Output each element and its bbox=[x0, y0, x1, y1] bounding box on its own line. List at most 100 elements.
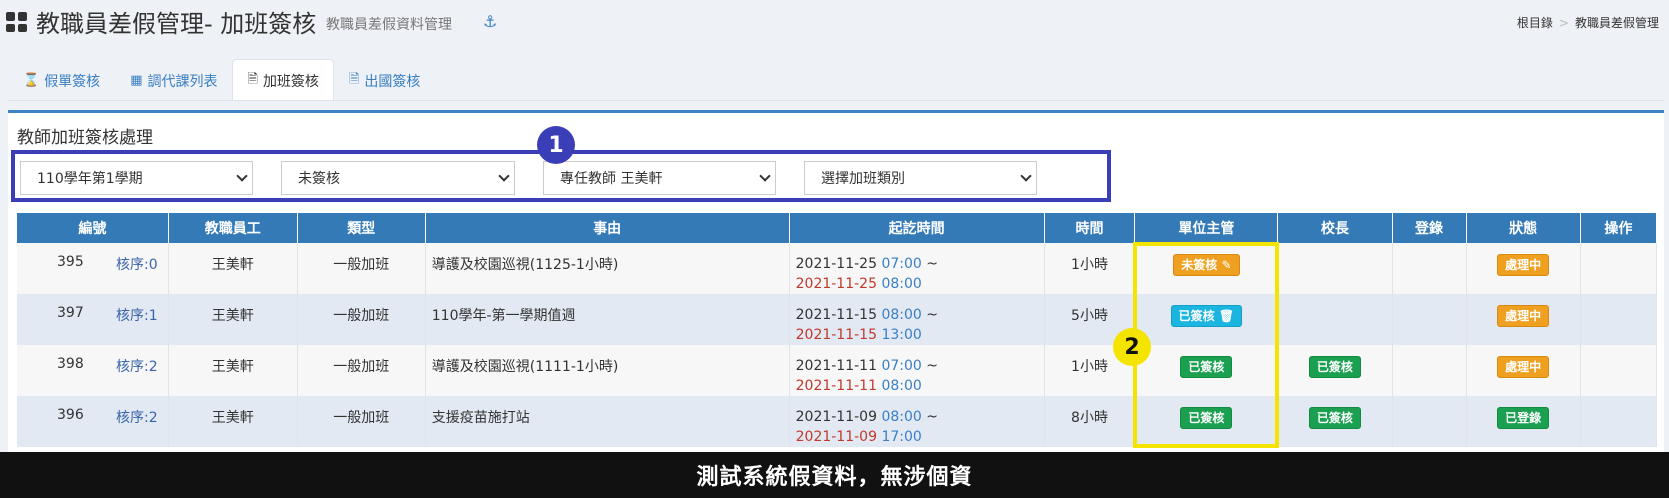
sequence-link[interactable]: 核序:2 bbox=[116, 356, 158, 376]
grid-icon bbox=[6, 12, 28, 32]
registered-cell bbox=[1392, 396, 1467, 447]
overtime-table: 編號 教職員工 類型 事由 起訖時間 時間 單位主管 校長 登錄 狀態 操作 3… bbox=[17, 213, 1658, 447]
status-cell: 已登錄 bbox=[1466, 396, 1581, 447]
end-time: 17:00 bbox=[881, 429, 922, 445]
chevron-down-icon bbox=[759, 170, 771, 182]
registered-cell bbox=[1392, 243, 1467, 294]
staff-name: 王美軒 bbox=[168, 243, 298, 294]
category-select-value: 選擇加班類別 bbox=[821, 171, 905, 187]
page-subtitle: 教職員差假資料管理 bbox=[326, 17, 452, 33]
category-select[interactable]: 選擇加班類別 bbox=[804, 161, 1037, 195]
teacher-select[interactable]: 專任教師 王美軒 bbox=[543, 161, 776, 195]
document-icon: 🗎 bbox=[348, 71, 360, 87]
header-action[interactable]: 操作 bbox=[1580, 213, 1658, 243]
manager-sign-label: 已簽核 bbox=[1178, 309, 1215, 323]
table-row: 398 核序:2 王美軒 一般加班 導護及校園巡視(1111-1小時) 2021-… bbox=[17, 345, 1658, 396]
hourglass-icon: ⌛ bbox=[23, 73, 40, 88]
header-principal[interactable]: 校長 bbox=[1277, 213, 1393, 243]
duration: 1小時 bbox=[1044, 243, 1136, 294]
tab-label: 出國簽核 bbox=[364, 73, 421, 90]
breadcrumb: 根目錄 > 教職員差假管理 bbox=[1517, 14, 1659, 31]
status-cell: 處理中 bbox=[1466, 345, 1581, 396]
anchor-icon[interactable]: ⚓ bbox=[483, 12, 497, 31]
staff-name: 王美軒 bbox=[168, 396, 298, 447]
staff-name: 王美軒 bbox=[168, 294, 298, 345]
manager-cell: 已簽核 bbox=[1134, 396, 1279, 447]
end-date: 2021-11-25 bbox=[795, 276, 877, 292]
manager-cell: 已簽核 🗑 bbox=[1134, 294, 1279, 345]
tabs-divider bbox=[8, 100, 1664, 101]
end-date: 2021-11-09 bbox=[795, 429, 877, 445]
tab-bar: ⌛ 假單簽核 ▦ 調代課列表 🗎 加班簽核 🗎 出國簽核 bbox=[8, 59, 435, 101]
start-date: 2021-11-09 bbox=[795, 409, 877, 425]
action-cell bbox=[1580, 345, 1658, 396]
header-registered[interactable]: 登錄 bbox=[1392, 213, 1467, 243]
manager-sign-button[interactable]: 未簽核 ✎ bbox=[1173, 254, 1240, 276]
staff-name: 王美軒 bbox=[168, 345, 298, 396]
breadcrumb-root[interactable]: 根目錄 bbox=[1517, 16, 1553, 30]
panel-title: 教師加班簽核處理 bbox=[17, 128, 153, 148]
action-cell bbox=[1580, 396, 1658, 447]
record-id: 396 bbox=[57, 407, 84, 423]
header-duration[interactable]: 時間 bbox=[1044, 213, 1136, 243]
chevron-down-icon bbox=[236, 170, 248, 182]
tab-leave-approval[interactable]: ⌛ 假單簽核 bbox=[8, 59, 115, 101]
record-id: 397 bbox=[57, 305, 84, 321]
status-badge: 處理中 bbox=[1497, 254, 1550, 276]
manager-signed-button[interactable]: 已簽核 🗑 bbox=[1170, 305, 1243, 327]
page-title: 教職員差假管理- 加班簽核 bbox=[36, 10, 317, 38]
principal-status-badge: 已簽核 bbox=[1308, 356, 1361, 378]
id-cell: 396 核序:2 bbox=[17, 396, 169, 447]
period-cell: 2021-11-09 08:00 ~ 2021-11-09 17:00 bbox=[789, 396, 1045, 447]
semester-select[interactable]: 110學年第1學期 bbox=[20, 161, 253, 195]
tab-overtime-approval[interactable]: 🗎 加班簽核 bbox=[232, 59, 334, 101]
sequence-link[interactable]: 核序:0 bbox=[116, 254, 158, 274]
table-header-row: 編號 教職員工 類型 事由 起訖時間 時間 單位主管 校長 登錄 狀態 操作 bbox=[17, 213, 1658, 243]
overtime-type: 一般加班 bbox=[297, 294, 426, 345]
reason: 110學年-第一學期值週 bbox=[425, 294, 790, 345]
annotation-marker-2: 2 bbox=[1113, 328, 1151, 366]
status-badge: 已登錄 bbox=[1497, 407, 1550, 429]
table-icon: ▦ bbox=[130, 73, 143, 88]
principal-cell: 已簽核 bbox=[1277, 396, 1393, 447]
manager-status-badge: 已簽核 bbox=[1180, 407, 1233, 429]
manager-cell: 已簽核 bbox=[1134, 345, 1279, 396]
footer-caption-bar: 測試系統假資料，無涉個資 bbox=[0, 452, 1669, 498]
teacher-select-value: 專任教師 王美軒 bbox=[560, 171, 663, 187]
status-badge: 處理中 bbox=[1497, 356, 1550, 378]
header-type[interactable]: 類型 bbox=[297, 213, 426, 243]
chevron-down-icon bbox=[498, 170, 510, 182]
end-date: 2021-11-11 bbox=[795, 378, 877, 394]
breadcrumb-separator: > bbox=[1558, 16, 1569, 30]
header-id[interactable]: 編號 bbox=[17, 213, 169, 243]
period-cell: 2021-11-15 08:00 ~ 2021-11-15 13:00 bbox=[789, 294, 1045, 345]
table-row: 395 核序:0 王美軒 一般加班 導護及校園巡視(1125-1小時) 2021-… bbox=[17, 243, 1658, 294]
reason: 導護及校園巡視(1125-1小時) bbox=[425, 243, 790, 294]
header-staff[interactable]: 教職員工 bbox=[168, 213, 298, 243]
header-status[interactable]: 狀態 bbox=[1466, 213, 1581, 243]
semester-select-value: 110學年第1學期 bbox=[37, 171, 143, 187]
action-cell bbox=[1580, 243, 1658, 294]
header-manager[interactable]: 單位主管 bbox=[1134, 213, 1279, 243]
table-row: 396 核序:2 王美軒 一般加班 支援疫苗施打站 2021-11-09 08:0… bbox=[17, 396, 1658, 447]
header-period[interactable]: 起訖時間 bbox=[789, 213, 1045, 243]
annotation-marker-1: 1 bbox=[537, 126, 575, 164]
header-reason[interactable]: 事由 bbox=[425, 213, 790, 243]
reason: 支援疫苗施打站 bbox=[425, 396, 790, 447]
status-select-value: 未簽核 bbox=[298, 171, 340, 187]
reason: 導護及校園巡視(1111-1小時) bbox=[425, 345, 790, 396]
tab-substitute-list[interactable]: ▦ 調代課列表 bbox=[115, 59, 232, 101]
principal-cell: 已簽核 bbox=[1277, 345, 1393, 396]
action-cell bbox=[1580, 294, 1658, 345]
start-time: 08:00 bbox=[881, 307, 922, 323]
manager-sign-label: 未簽核 bbox=[1181, 258, 1218, 272]
start-date: 2021-11-25 bbox=[795, 256, 877, 272]
start-time: 07:00 bbox=[881, 256, 922, 272]
status-select[interactable]: 未簽核 bbox=[281, 161, 515, 195]
sequence-link[interactable]: 核序:2 bbox=[116, 407, 158, 427]
tab-abroad-approval[interactable]: 🗎 出國簽核 bbox=[334, 59, 435, 101]
status-cell: 處理中 bbox=[1466, 294, 1581, 345]
start-date: 2021-11-15 bbox=[795, 307, 877, 323]
sequence-link[interactable]: 核序:1 bbox=[116, 305, 158, 325]
overtime-type: 一般加班 bbox=[297, 345, 426, 396]
